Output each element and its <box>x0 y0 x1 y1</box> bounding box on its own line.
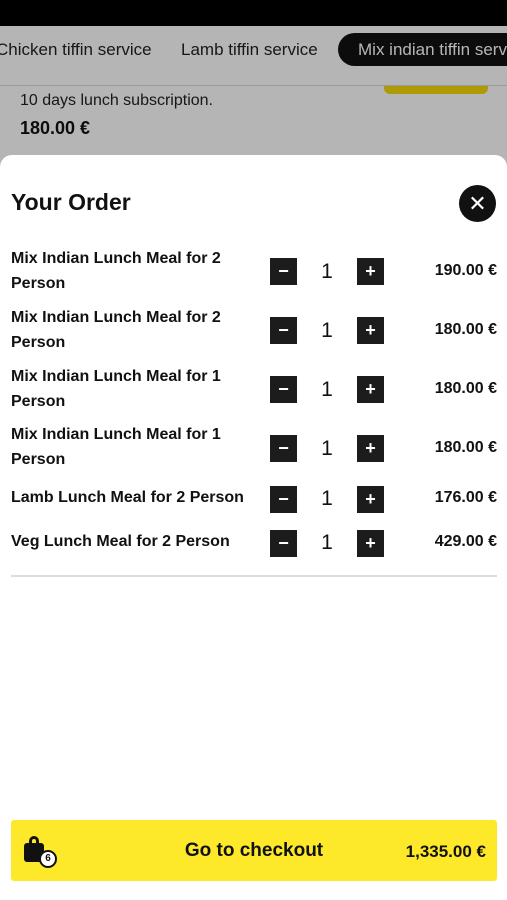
item-price: 180.00 € <box>434 380 497 397</box>
increase-quantity-button[interactable]: + <box>357 258 384 285</box>
increase-quantity-button[interactable]: + <box>357 486 384 513</box>
checkout-button[interactable]: 6 Go to checkout 1,335.00 € <box>11 820 497 881</box>
order-title: Your Order <box>11 189 131 215</box>
item-name: Mix Indian Lunch Meal for 1 Person <box>11 368 221 410</box>
item-name: Mix Indian Lunch Meal for 1 Person <box>11 426 221 468</box>
increase-quantity-button[interactable]: + <box>357 435 384 462</box>
item-name: Mix Indian Lunch Meal for 2 Person <box>11 309 221 351</box>
checkout-total: 1,335.00 € <box>405 842 486 861</box>
decrease-quantity-button[interactable]: − <box>270 317 297 344</box>
item-name: Mix Indian Lunch Meal for 2 Person <box>11 250 221 292</box>
decrease-quantity-button[interactable]: − <box>270 376 297 403</box>
order-sheet: Your Order ✕ Mix Indian Lunch Meal for 2… <box>0 155 507 900</box>
item-quantity: 1 <box>321 437 333 460</box>
item-price: 429.00 € <box>434 533 497 550</box>
increase-quantity-button[interactable]: + <box>357 376 384 403</box>
item-quantity: 1 <box>321 260 333 283</box>
item-price: 180.00 € <box>434 321 497 338</box>
decrease-quantity-button[interactable]: − <box>270 435 297 462</box>
increase-quantity-button[interactable]: + <box>357 317 384 344</box>
item-name: Veg Lunch Meal for 2 Person <box>11 533 230 550</box>
decrease-quantity-button[interactable]: − <box>270 530 297 557</box>
item-quantity: 1 <box>321 378 333 401</box>
item-quantity: 1 <box>321 487 333 510</box>
item-price: 190.00 € <box>434 262 497 279</box>
item-quantity: 1 <box>321 531 333 554</box>
decrease-quantity-button[interactable]: − <box>270 258 297 285</box>
item-name: Lamb Lunch Meal for 2 Person <box>11 489 244 506</box>
divider <box>11 575 497 577</box>
item-price: 180.00 € <box>434 439 497 456</box>
increase-quantity-button[interactable]: + <box>357 530 384 557</box>
decrease-quantity-button[interactable]: − <box>270 486 297 513</box>
item-price: 176.00 € <box>434 489 497 506</box>
close-button[interactable]: ✕ <box>459 185 496 222</box>
close-icon: ✕ <box>468 191 487 216</box>
item-quantity: 1 <box>321 319 333 342</box>
